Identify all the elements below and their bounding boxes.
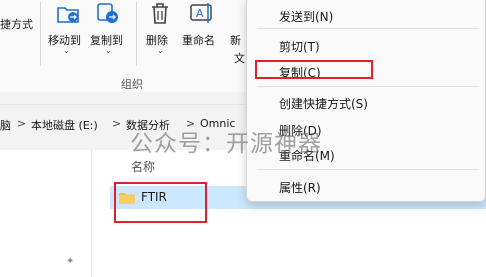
copy-to-icon[interactable]	[94, 0, 122, 28]
chevron-down-icon[interactable]: ⌄	[105, 46, 112, 55]
breadcrumb-partial[interactable]: 脑	[0, 117, 11, 133]
highlight-folder-box	[114, 182, 207, 223]
menu-divider	[257, 28, 479, 29]
menu-divider	[257, 169, 479, 170]
breadcrumb-separator[interactable]: >	[17, 117, 26, 130]
svg-text:A: A	[196, 7, 204, 20]
context-menu: 发送到(N) 剪切(T) 复制(C) 创建快捷方式(S) 删除(D) 重命名(M…	[246, 0, 486, 202]
new-partial-label[interactable]: 新	[230, 32, 241, 48]
new-partial-label-2[interactable]: 文	[234, 50, 245, 66]
watermark-text: 公众号：开源神器	[130, 131, 322, 157]
menu-item-properties[interactable]: 属性(R)	[279, 179, 321, 196]
navigation-pane[interactable]: ✦	[0, 150, 92, 277]
column-header-name[interactable]: 名称	[131, 158, 155, 175]
breadcrumb-separator[interactable]: >	[112, 117, 121, 130]
trash-icon[interactable]	[146, 0, 174, 28]
rename-icon[interactable]: A	[188, 0, 216, 28]
breadcrumb-drive[interactable]: 本地磁盘 (E:)	[31, 117, 98, 133]
chevron-down-icon[interactable]: ⌄	[63, 46, 70, 55]
ribbon-divider	[136, 2, 137, 66]
move-to-icon[interactable]	[54, 0, 82, 28]
create-shortcut-partial-label[interactable]: 捷方式	[0, 16, 33, 32]
menu-item-send-to[interactable]: 发送到(N)	[279, 8, 333, 25]
pin-icon[interactable]: ✦	[66, 256, 74, 267]
menu-item-cut[interactable]: 剪切(T)	[279, 38, 320, 55]
chevron-down-icon[interactable]: ⌄	[157, 46, 164, 55]
rename-button[interactable]: 重命名	[182, 32, 215, 48]
group-label-organize: 组织	[121, 78, 143, 91]
menu-item-create-shortcut[interactable]: 创建快捷方式(S)	[279, 95, 368, 112]
highlight-copy-box	[255, 60, 373, 79]
menu-divider	[257, 86, 479, 87]
ribbon-divider	[40, 2, 41, 66]
